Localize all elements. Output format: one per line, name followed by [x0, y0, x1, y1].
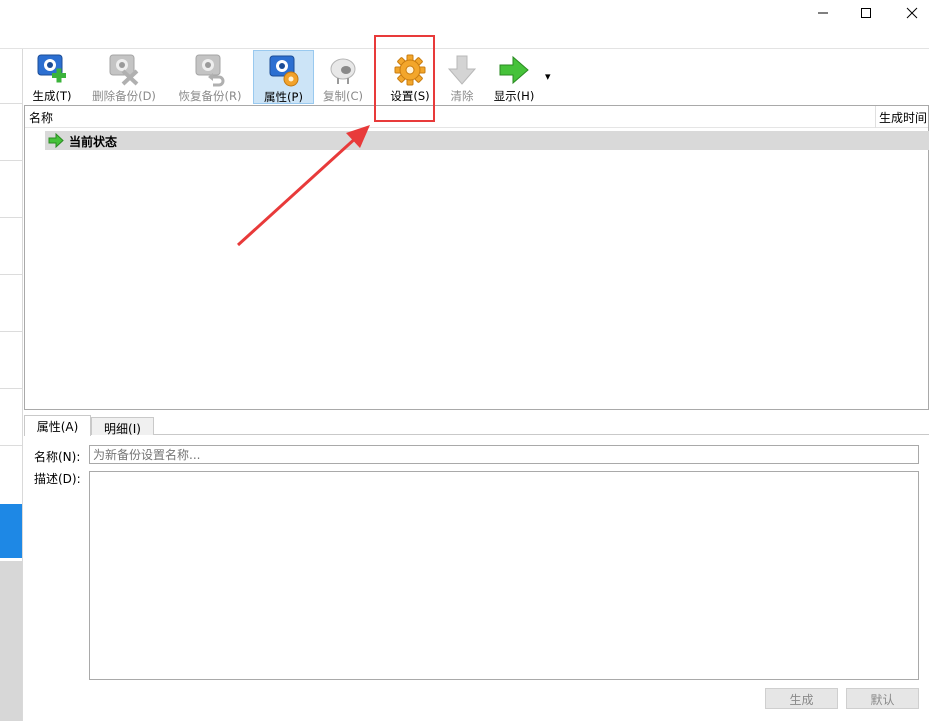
title-divider [0, 48, 929, 49]
highlight-box [374, 35, 435, 122]
tab-divider [24, 434, 929, 435]
close-button[interactable] [889, 0, 929, 26]
sidebar-selected-item[interactable] [0, 504, 22, 558]
properties-label: 属性(P) [264, 90, 303, 104]
close-icon [906, 7, 918, 19]
discard-button[interactable]: 清除 [442, 50, 482, 104]
clone-sheep-icon [325, 53, 361, 87]
snapshot-restore-icon [192, 53, 228, 87]
minimize-button[interactable] [800, 0, 846, 26]
default-button[interactable]: 默认 [846, 688, 919, 709]
restore-snapshot-label: 恢复备份(R) [178, 89, 242, 103]
show-button[interactable]: 显示(H) [490, 50, 538, 104]
delete-snapshot-label: 删除备份(D) [92, 89, 156, 103]
callout-arrow-icon [236, 125, 370, 247]
create-snapshot-button[interactable]: 生成(T) [28, 50, 76, 104]
snapshot-create-icon [34, 53, 70, 87]
snapshot-list[interactable]: 名称 生成时间 当前状态 [24, 105, 929, 410]
restore-snapshot-button[interactable]: 恢复备份(R) [174, 50, 246, 104]
delete-snapshot-button[interactable]: 删除备份(D) [88, 50, 160, 104]
show-label: 显示(H) [493, 89, 535, 103]
description-label: 描述(D): [34, 472, 81, 486]
snapshot-properties-icon [266, 54, 302, 88]
tab-details[interactable]: 明细(I) [91, 417, 154, 436]
maximize-button[interactable] [843, 0, 889, 26]
clone-button[interactable]: 复制(C) [318, 50, 368, 104]
column-time-header[interactable]: 生成时间 [879, 109, 927, 126]
minimize-icon [818, 12, 828, 14]
left-sidebar [0, 49, 23, 721]
snapshot-delete-icon [106, 53, 142, 87]
list-item[interactable]: 当前状态 [45, 131, 929, 150]
down-arrow-icon [444, 53, 480, 87]
description-textarea[interactable] [89, 471, 919, 680]
list-header: 名称 生成时间 [25, 106, 928, 128]
column-name-header[interactable]: 名称 [29, 109, 53, 126]
name-label: 名称(N): [34, 450, 81, 464]
discard-label: 清除 [450, 89, 474, 103]
maximize-icon [861, 8, 871, 18]
current-state-label: 当前状态 [69, 135, 118, 149]
green-right-arrow-icon [48, 132, 64, 151]
tab-properties[interactable]: 属性(A) [24, 415, 91, 436]
create-snapshot-label: 生成(T) [32, 89, 72, 103]
properties-button[interactable]: 属性(P) [253, 50, 314, 104]
sidebar-scroll-area [0, 561, 22, 721]
name-input[interactable] [89, 445, 919, 464]
more-dropdown-icon[interactable]: ▾ [545, 70, 551, 83]
green-right-arrow-icon [496, 53, 532, 87]
create-button[interactable]: 生成 [765, 688, 838, 709]
clone-label: 复制(C) [322, 89, 363, 103]
